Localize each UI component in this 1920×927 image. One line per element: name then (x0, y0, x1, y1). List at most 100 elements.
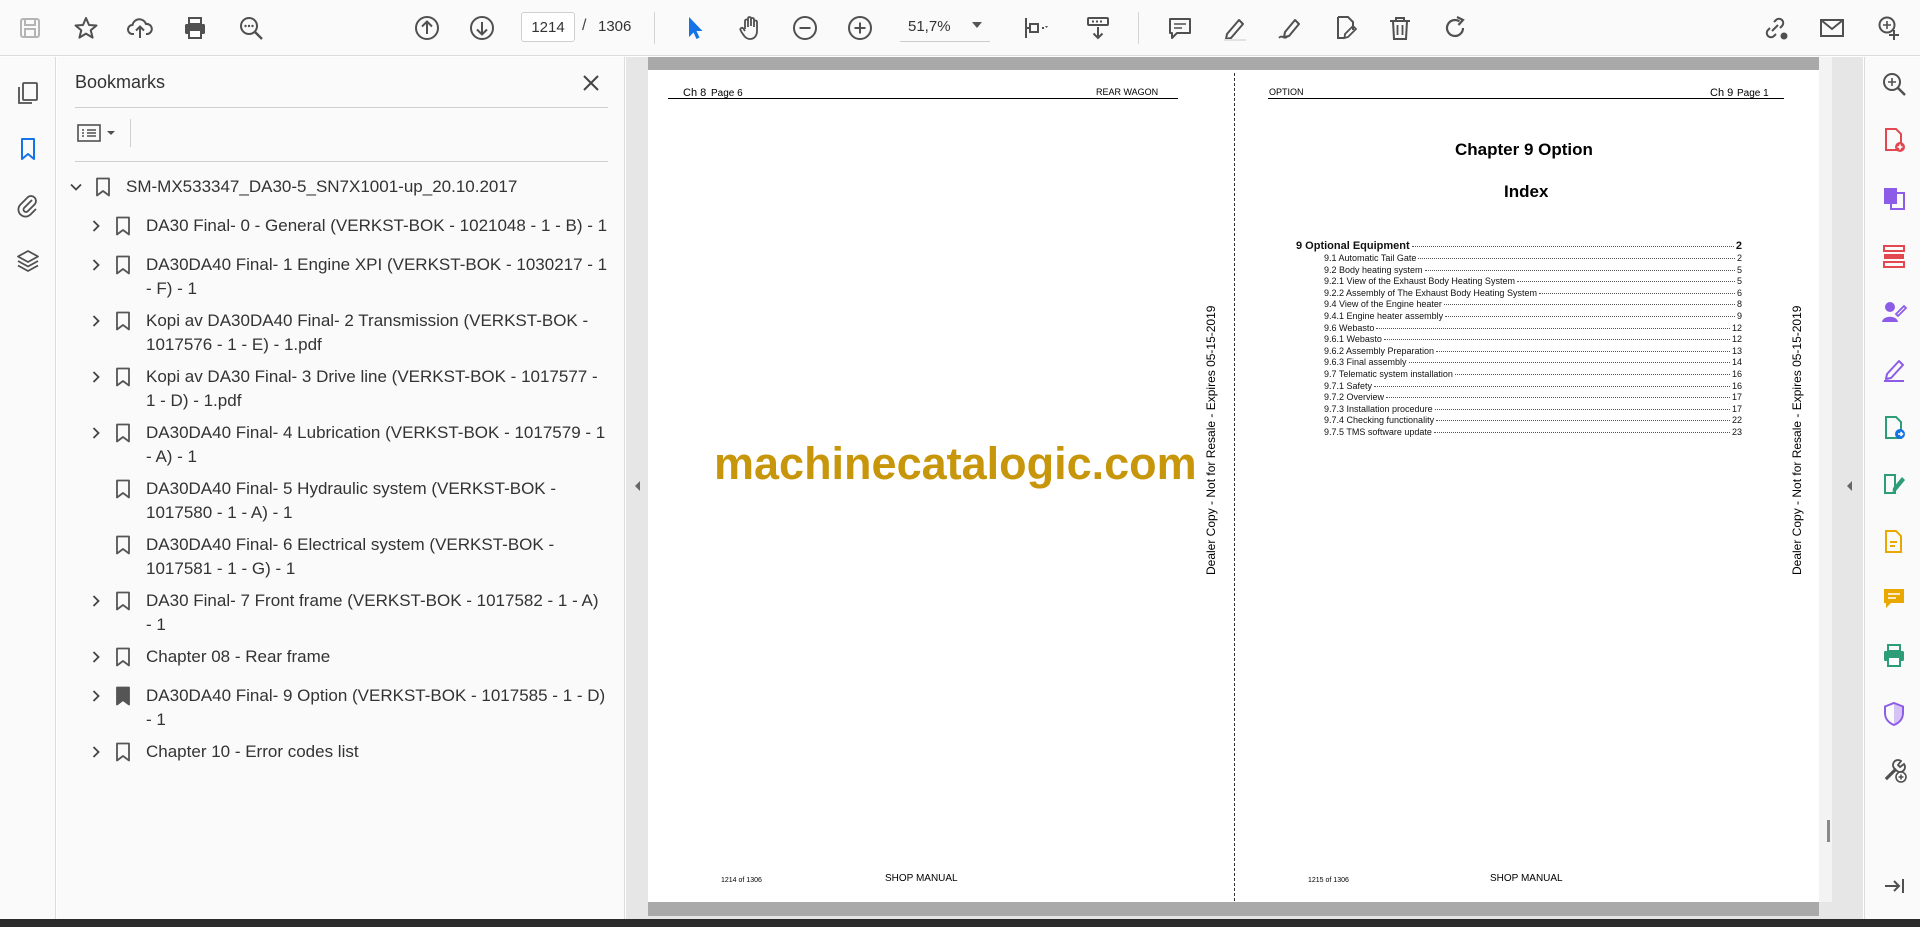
edit-text-icon[interactable] (1325, 8, 1365, 48)
draw-freeform-icon[interactable] (1270, 8, 1310, 48)
page-thumbnails-icon[interactable] (10, 75, 46, 111)
protect-shield-icon[interactable] (1877, 697, 1911, 731)
toc-entry[interactable]: 9.7 Telematic system installation 16 (1296, 369, 1742, 381)
bookmark-item[interactable]: Kopi av DA30 Final- 3 Drive line (VERKST… (86, 365, 608, 413)
bookmark-root[interactable]: SM-MX533347_DA30-5_SN7X1001-up_20.10.201… (66, 175, 606, 199)
toc-entry[interactable]: 9.7.3 Installation procedure 17 (1296, 404, 1742, 416)
toc-entry[interactable]: 9.7.1 Safety 16 (1296, 381, 1742, 393)
zoom-search-icon[interactable] (1877, 67, 1911, 101)
email-icon[interactable] (1812, 8, 1852, 48)
chevron-right-icon[interactable] (86, 684, 106, 708)
organize-pages-icon[interactable] (1877, 239, 1911, 273)
chevron-right-icon[interactable] (86, 740, 106, 764)
bookmark-icon (92, 175, 114, 199)
toc-entry[interactable]: 9.2.1 View of the Exhaust Body Heating S… (1296, 276, 1742, 288)
toc-entry[interactable]: 9.6.2 Assembly Preparation 13 (1296, 346, 1742, 358)
chevron-right-icon[interactable] (86, 253, 106, 277)
page-gap (648, 902, 1819, 916)
chevron-down-icon (972, 22, 982, 28)
toc-entry[interactable]: 9.4 View of the Engine heater 8 (1296, 299, 1742, 311)
expand-panel-icon[interactable] (1877, 869, 1911, 903)
previous-page-icon[interactable] (407, 8, 447, 48)
bookmark-label: DA30 Final- 0 - General (VERKST-BOK - 10… (146, 216, 608, 235)
layers-icon[interactable] (10, 243, 46, 279)
panel-divider (75, 107, 608, 108)
bookmark-options-button[interactable] (77, 118, 121, 148)
toc-entry[interactable]: 9.7.2 Overview 17 (1296, 392, 1742, 404)
chevron-right-icon[interactable] (86, 589, 106, 613)
zoom-out-icon[interactable] (785, 8, 825, 48)
chevron-right-icon[interactable] (86, 421, 106, 445)
bookmark-item[interactable]: DA30DA40 Final- 1 Engine XPI (VERKST-BOK… (86, 253, 608, 301)
bookmarks-panel-icon[interactable] (10, 131, 46, 167)
chevron-right-icon[interactable] (86, 214, 106, 238)
bookmark-item[interactable]: DA30DA40 Final- 5 Hydraulic system (VERK… (86, 477, 608, 525)
toolbar-divider (654, 12, 655, 44)
print-icon[interactable] (175, 8, 215, 48)
chevron-right-icon[interactable] (86, 365, 106, 389)
page-fit-icon[interactable] (1015, 8, 1055, 48)
save-icon[interactable] (10, 8, 50, 48)
share-link-icon[interactable] (1755, 8, 1795, 48)
toc-entry[interactable]: 9.7.5 TMS software update 23 (1296, 427, 1742, 439)
toc-entry[interactable]: 9.2.2 Assembly of The Exhaust Body Heati… (1296, 288, 1742, 300)
toc-entry[interactable]: 9 Optional Equipment 2 (1296, 239, 1742, 253)
toc-entry[interactable]: 9.4.1 Engine heater assembly 9 (1296, 311, 1742, 323)
comment-icon[interactable] (1160, 8, 1200, 48)
collapse-panel-left-icon[interactable] (632, 478, 642, 494)
find-icon[interactable] (231, 8, 271, 48)
chevron-down-icon[interactable] (66, 175, 86, 199)
bookmark-item-current[interactable]: DA30DA40 Final- 9 Option (VERKST-BOK - 1… (86, 684, 608, 732)
bookmark-label: DA30DA40 Final- 9 Option (VERKST-BOK - 1… (146, 686, 606, 729)
rotate-icon[interactable] (1435, 8, 1475, 48)
edit-pdf-icon[interactable] (1877, 467, 1911, 501)
toc-entry[interactable]: 9.1 Automatic Tail Gate 2 (1296, 253, 1742, 265)
select-tool-icon[interactable] (675, 8, 715, 48)
bookmark-item[interactable]: DA30DA40 Final- 4 Lubrication (VERKST-BO… (86, 421, 608, 469)
collapse-panel-right-icon[interactable] (1844, 478, 1854, 494)
toc-entry[interactable]: 9.6.3 Final assembly 14 (1296, 357, 1742, 369)
bookmark-item[interactable]: Kopi av DA30DA40 Final- 2 Transmission (… (86, 309, 608, 357)
star-icon[interactable] (66, 8, 106, 48)
bookmark-item[interactable]: DA30 Final- 7 Front frame (VERKST-BOK - … (86, 589, 608, 637)
page-number-input[interactable] (521, 12, 575, 42)
bookmark-item[interactable]: Chapter 08 - Rear frame (86, 645, 608, 669)
add-user-icon[interactable] (1868, 8, 1908, 48)
chevron-right-icon[interactable] (86, 645, 106, 669)
table-of-contents: 9 Optional Equipment 2 9.1 Automatic Tail… (1296, 239, 1742, 439)
more-tools-icon[interactable] (1877, 753, 1911, 787)
toc-entry[interactable]: 9.7.4 Checking functionality 22 (1296, 415, 1742, 427)
request-signatures-icon[interactable] (1877, 295, 1911, 329)
bookmark-item[interactable]: DA30DA40 Final- 6 Electrical system (VER… (86, 533, 608, 581)
bookmark-label: DA30 Final- 7 Front frame (VERKST-BOK - … (146, 591, 599, 634)
fill-and-sign-icon[interactable] (1877, 353, 1911, 387)
attachments-icon[interactable] (10, 187, 46, 223)
main-toolbar: / 1306 51,7% (0, 0, 1920, 56)
create-pdf-icon[interactable] (1877, 123, 1911, 157)
zoom-in-icon[interactable] (840, 8, 880, 48)
highlight-pen-icon[interactable] (1215, 8, 1255, 48)
bookmark-item[interactable]: DA30 Final- 0 - General (VERKST-BOK - 10… (86, 214, 608, 238)
export-doc-icon[interactable] (1877, 525, 1911, 559)
bookmark-item[interactable]: Chapter 10 - Error codes list (86, 740, 608, 764)
toc-entry[interactable]: 9.2 Body heating system 5 (1296, 265, 1742, 277)
close-icon[interactable] (576, 68, 606, 98)
chevron-right-icon[interactable] (86, 309, 106, 333)
print-production-icon[interactable] (1877, 639, 1911, 673)
hand-tool-icon[interactable] (730, 8, 770, 48)
delete-icon[interactable] (1380, 8, 1420, 48)
scrollbar-thumb[interactable] (1827, 820, 1830, 842)
combine-files-icon[interactable] (1877, 181, 1911, 215)
bookmark-icon (112, 309, 134, 333)
right-page-side-note: Dealer Copy - Not for Resale - Expires 0… (1790, 305, 1804, 575)
left-page-footer-title: SHOP MANUAL (885, 873, 958, 884)
vertical-scrollbar[interactable] (1818, 57, 1832, 902)
next-page-icon[interactable] (462, 8, 502, 48)
toc-entry[interactable]: 9.6 Webasto 12 (1296, 323, 1742, 335)
cloud-upload-icon[interactable] (120, 8, 160, 48)
zoom-level-dropdown[interactable]: 51,7% (900, 12, 990, 42)
toc-entry[interactable]: 9.6.1 Webasto 12 (1296, 334, 1742, 346)
comment-tool-icon[interactable] (1877, 581, 1911, 615)
export-pdf-icon[interactable] (1877, 411, 1911, 445)
scroll-mode-icon[interactable] (1078, 8, 1118, 48)
